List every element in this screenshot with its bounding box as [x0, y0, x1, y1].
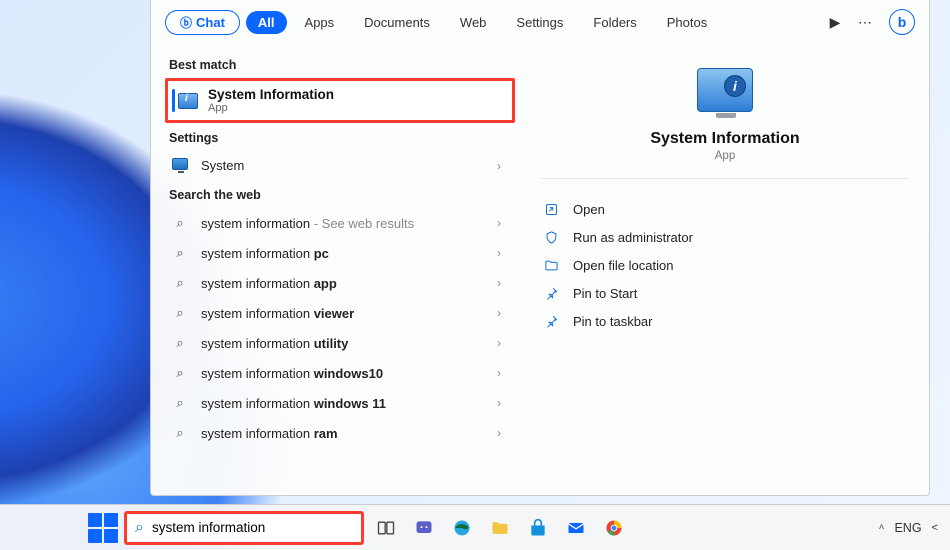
- chat-label: Chat: [196, 15, 225, 30]
- search-icon: ⌕: [171, 335, 189, 351]
- search-content: Best match System Information App Settin…: [151, 44, 929, 495]
- settings-item-label: System: [201, 158, 244, 173]
- web-result[interactable]: ⌕ system information viewer ›: [165, 298, 521, 328]
- tab-photos[interactable]: Photos: [655, 11, 719, 34]
- tab-documents[interactable]: Documents: [352, 11, 442, 34]
- action-open-location[interactable]: Open file location: [541, 251, 909, 279]
- web-result-label: system information viewer: [201, 306, 354, 321]
- web-result-label: system information ram: [201, 426, 338, 441]
- settings-result-system[interactable]: System ›: [165, 151, 521, 180]
- language-indicator[interactable]: ENG: [894, 521, 921, 535]
- taskbar-search[interactable]: ⌕: [124, 511, 364, 545]
- system-information-icon: [178, 93, 198, 109]
- best-match-heading: Best match: [169, 58, 521, 72]
- search-panel: ⓑ Chat All Apps Documents Web Settings F…: [150, 0, 930, 496]
- chevron-right-icon: ›: [497, 366, 501, 380]
- bing-chat-icon: ⓑ: [180, 14, 192, 31]
- divider: [541, 178, 909, 179]
- chevron-right-icon: ›: [497, 216, 501, 230]
- best-match-title: System Information: [208, 87, 334, 102]
- pin-icon: [543, 285, 559, 301]
- chevron-right-icon: ›: [497, 396, 501, 410]
- chat-app-icon[interactable]: [408, 512, 440, 544]
- pin-icon: [543, 313, 559, 329]
- best-match-subtitle: App: [208, 102, 334, 114]
- web-result[interactable]: ⌕ system information utility ›: [165, 328, 521, 358]
- web-result[interactable]: ⌕ system information ram ›: [165, 418, 521, 448]
- action-label: Open: [573, 202, 605, 217]
- action-pin-taskbar[interactable]: Pin to taskbar: [541, 307, 909, 335]
- tray-overflow-icon[interactable]: ˄: [879, 522, 885, 533]
- store-icon[interactable]: [522, 512, 554, 544]
- tab-apps[interactable]: Apps: [293, 11, 347, 34]
- tab-all[interactable]: All: [246, 11, 287, 34]
- display-icon: [171, 158, 189, 173]
- action-label: Open file location: [573, 258, 673, 273]
- tab-web[interactable]: Web: [448, 11, 499, 34]
- tab-settings[interactable]: Settings: [504, 11, 575, 34]
- search-input[interactable]: [152, 520, 353, 535]
- action-label: Pin to Start: [573, 286, 637, 301]
- system-tray: ˄ ENG <: [879, 521, 938, 535]
- chevron-right-icon: ›: [497, 276, 501, 290]
- search-tabs: ⓑ Chat All Apps Documents Web Settings F…: [151, 0, 929, 44]
- best-match-item[interactable]: System Information App: [165, 78, 515, 123]
- web-result-label: system information utility: [201, 336, 348, 351]
- preview-title: System Information: [650, 130, 799, 148]
- more-tabs-play-icon[interactable]: ▶: [823, 14, 847, 31]
- chrome-icon[interactable]: [598, 512, 630, 544]
- web-result[interactable]: ⌕ system information - See web results ›: [165, 208, 521, 238]
- folder-icon: [543, 257, 559, 273]
- chevron-right-icon: ›: [497, 159, 501, 173]
- chevron-right-icon: ›: [497, 426, 501, 440]
- web-result[interactable]: ⌕ system information app ›: [165, 268, 521, 298]
- action-label: Run as administrator: [573, 230, 693, 245]
- web-result-label: system information pc: [201, 246, 329, 261]
- web-result-label: system information app: [201, 276, 337, 291]
- search-icon: ⌕: [171, 365, 189, 381]
- web-result-label: system information windows10: [201, 366, 383, 381]
- explorer-icon[interactable]: [484, 512, 516, 544]
- mail-icon[interactable]: [560, 512, 592, 544]
- action-pin-start[interactable]: Pin to Start: [541, 279, 909, 307]
- taskbar: ⌕ ˄ ENG <: [0, 504, 950, 550]
- web-result[interactable]: ⌕ system information windows10 ›: [165, 358, 521, 388]
- system-information-large-icon: i: [697, 68, 753, 112]
- bing-icon[interactable]: b: [889, 9, 915, 35]
- search-icon: ⌕: [171, 275, 189, 291]
- chevron-right-icon: ›: [497, 306, 501, 320]
- chat-tab[interactable]: ⓑ Chat: [165, 10, 240, 35]
- preview-subtitle: App: [715, 150, 735, 162]
- more-options-icon[interactable]: ⋯: [853, 14, 877, 31]
- search-icon: ⌕: [171, 245, 189, 261]
- search-icon: ⌕: [171, 305, 189, 321]
- settings-heading: Settings: [169, 131, 521, 145]
- search-icon: ⌕: [171, 215, 189, 231]
- search-web-heading: Search the web: [169, 188, 521, 202]
- chevron-right-icon: ›: [497, 336, 501, 350]
- search-icon: ⌕: [171, 425, 189, 441]
- chevron-right-icon: ›: [497, 246, 501, 260]
- preview-column: i System Information App Open Run as adm…: [521, 44, 929, 495]
- web-result-label: system information - See web results: [201, 216, 414, 231]
- results-column: Best match System Information App Settin…: [151, 44, 521, 495]
- task-view-icon[interactable]: [370, 512, 402, 544]
- action-open[interactable]: Open: [541, 195, 909, 223]
- web-result-label: system information windows 11: [201, 396, 386, 411]
- action-run-admin[interactable]: Run as administrator: [541, 223, 909, 251]
- shield-icon: [543, 229, 559, 245]
- ime-icon[interactable]: <: [932, 522, 938, 534]
- web-result[interactable]: ⌕ system information pc ›: [165, 238, 521, 268]
- action-label: Pin to taskbar: [573, 314, 653, 329]
- start-button[interactable]: [88, 513, 118, 543]
- edge-icon[interactable]: [446, 512, 478, 544]
- web-result[interactable]: ⌕ system information windows 11 ›: [165, 388, 521, 418]
- open-icon: [543, 201, 559, 217]
- search-icon: ⌕: [135, 519, 144, 537]
- search-icon: ⌕: [171, 395, 189, 411]
- tab-folders[interactable]: Folders: [581, 11, 648, 34]
